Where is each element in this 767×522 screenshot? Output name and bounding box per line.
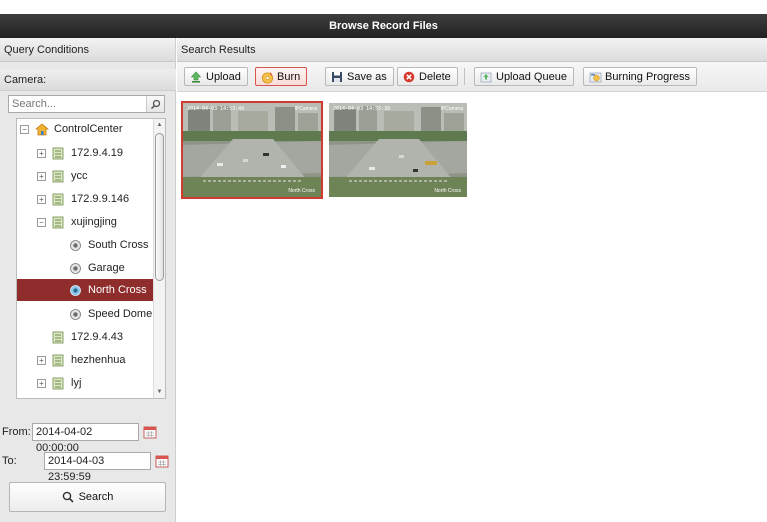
thumbnail-timestamp: 2014-04-03 14:55:38 [333, 106, 391, 112]
tree-item-label: Speed Dome [88, 308, 153, 320]
home-icon [34, 122, 50, 136]
encoding-device-icon [52, 354, 65, 367]
results-toolbar: Upload Burn Save as Delete Upload Queue [177, 62, 767, 92]
burn-button[interactable]: Burn [255, 67, 308, 86]
tree-item-label: North Cross [88, 284, 147, 296]
tree-item-label: Garage [88, 262, 125, 274]
encoding-device-icon [52, 331, 65, 344]
to-row: To: 2014-04-03 23:59:59 [0, 451, 169, 483]
scroll-down-arrow-icon[interactable]: ▼ [154, 387, 165, 397]
encoding-device-icon [52, 170, 65, 183]
tree-item-device[interactable]: + hezhenhua [37, 350, 150, 370]
upload-icon [190, 71, 202, 83]
upload-button[interactable]: Upload [184, 67, 248, 86]
search-button[interactable]: Search [9, 482, 166, 512]
tree-item-label: 172.9.9.146 [71, 193, 130, 205]
window-title: Browse Record Files [0, 14, 767, 38]
collapse-icon[interactable]: − [20, 124, 29, 134]
expand-icon[interactable]: + [37, 355, 46, 365]
tree-item-camera-selected[interactable]: North Cross [17, 279, 153, 301]
camera-icon [69, 262, 82, 275]
record-thumbnail[interactable]: 2014-04-03 14:55:38 IPCamera North Cross [327, 101, 469, 199]
upload-label: Upload [206, 70, 241, 83]
video-frame-image: 2014-04-03 14:53:40 IPCamera North Cross [183, 103, 321, 197]
tree-scrollbar[interactable]: ▲ ▼ [153, 119, 165, 398]
thumbnail-camera-overlay: IPCamera [440, 106, 463, 112]
encoding-device-icon [52, 216, 65, 229]
save-icon [331, 71, 343, 83]
upload-queue-label: Upload Queue [496, 70, 567, 83]
tree-item-label: xujingjing [71, 216, 117, 228]
burn-label: Burn [277, 70, 301, 83]
tree-item-device[interactable]: + 172.9.9.146 [37, 189, 150, 209]
burning-progress-icon [589, 71, 602, 83]
expand-icon[interactable]: + [37, 148, 46, 158]
delete-icon [403, 71, 415, 83]
tree-item-camera[interactable]: South Cross [69, 235, 150, 255]
camera-label: Camera: [0, 69, 176, 91]
thumbnail-name-overlay: North Cross [288, 188, 315, 194]
search-icon [62, 491, 74, 503]
tree-item-label: South Cross [88, 239, 149, 251]
tree-item-label: ycc [71, 170, 88, 182]
camera-tree[interactable]: − ControlCenter + 172.9.4.19 + ycc + 172… [16, 118, 166, 399]
upload-queue-button[interactable]: Upload Queue [474, 67, 574, 86]
expand-icon[interactable]: + [37, 378, 46, 388]
calendar-icon[interactable] [155, 454, 169, 468]
thumbnail-timestamp: 2014-04-03 14:53:40 [187, 106, 245, 112]
burning-progress-label: Burning Progress [605, 70, 690, 83]
to-datetime-field[interactable]: 2014-04-03 23:59:59 [44, 452, 151, 483]
video-frame-image: 2014-04-03 14:55:38 IPCamera North Cross [329, 103, 467, 197]
thumbnail-name-overlay: North Cross [434, 188, 461, 194]
tree-item-label: hezhenhua [71, 354, 126, 366]
record-thumbnail-selected[interactable]: 2014-04-03 14:53:40 IPCamera North Cross [181, 101, 323, 199]
tree-item-label: 172.9.4.43 [71, 331, 123, 343]
camera-search-input[interactable] [9, 96, 143, 112]
tree-item-device[interactable]: + lyj [37, 373, 150, 393]
save-as-button[interactable]: Save as [325, 67, 394, 86]
from-datetime-field[interactable]: 2014-04-02 00:00:00 [32, 423, 139, 454]
tree-item-label: ControlCenter [54, 123, 123, 135]
tree-item-label: 172.9.4.19 [71, 147, 123, 159]
query-conditions-header: Query Conditions [0, 38, 175, 62]
camera-icon [69, 284, 82, 297]
tree-item-device[interactable]: 172.9.4.43 [52, 327, 150, 347]
scroll-up-arrow-icon[interactable]: ▲ [154, 120, 165, 130]
camera-icon [69, 308, 82, 321]
search-icon[interactable] [146, 96, 164, 112]
tree-item-label: lyj [71, 377, 82, 389]
delete-button[interactable]: Delete [397, 67, 458, 86]
tree-item-device[interactable]: + 172.9.4.19 [37, 143, 150, 163]
encoding-device-icon [52, 377, 65, 390]
delete-label: Delete [419, 70, 451, 83]
expand-icon[interactable]: + [37, 171, 46, 181]
burning-progress-button[interactable]: Burning Progress [583, 67, 697, 86]
encoding-device-icon [52, 147, 65, 160]
expand-icon[interactable]: + [37, 194, 46, 204]
encoding-device-icon [52, 193, 65, 206]
calendar-icon[interactable] [143, 425, 157, 439]
camera-icon [69, 239, 82, 252]
tree-item-camera[interactable]: Garage [69, 258, 150, 278]
search-results-panel: Search Results Upload Burn Save as Delet… [177, 38, 767, 522]
collapse-icon[interactable]: − [37, 217, 46, 227]
search-button-label: Search [78, 491, 114, 503]
toolbar-divider [464, 68, 465, 85]
query-conditions-panel: Query Conditions Camera: − ControlCenter… [0, 38, 176, 522]
title-bar: Browse Record Files [0, 0, 767, 38]
upload-queue-icon [480, 71, 492, 83]
save-as-label: Save as [347, 70, 387, 83]
to-label: To: [2, 455, 17, 467]
thumbnail-camera-overlay: IPCamera [294, 106, 317, 112]
from-row: From: 2014-04-02 00:00:00 [0, 422, 157, 454]
tree-item-device[interactable]: − xujingjing [37, 212, 150, 232]
tree-item-device[interactable]: + ycc [37, 166, 150, 186]
scrollbar-thumb[interactable] [155, 133, 164, 281]
tree-item-camera[interactable]: Speed Dome [69, 304, 153, 324]
search-results-header: Search Results [177, 38, 767, 62]
burn-disc-icon [261, 71, 274, 84]
from-label: From: [2, 426, 31, 438]
tree-item-controlcenter[interactable]: − ControlCenter [20, 119, 150, 139]
camera-search-box[interactable] [8, 95, 165, 113]
